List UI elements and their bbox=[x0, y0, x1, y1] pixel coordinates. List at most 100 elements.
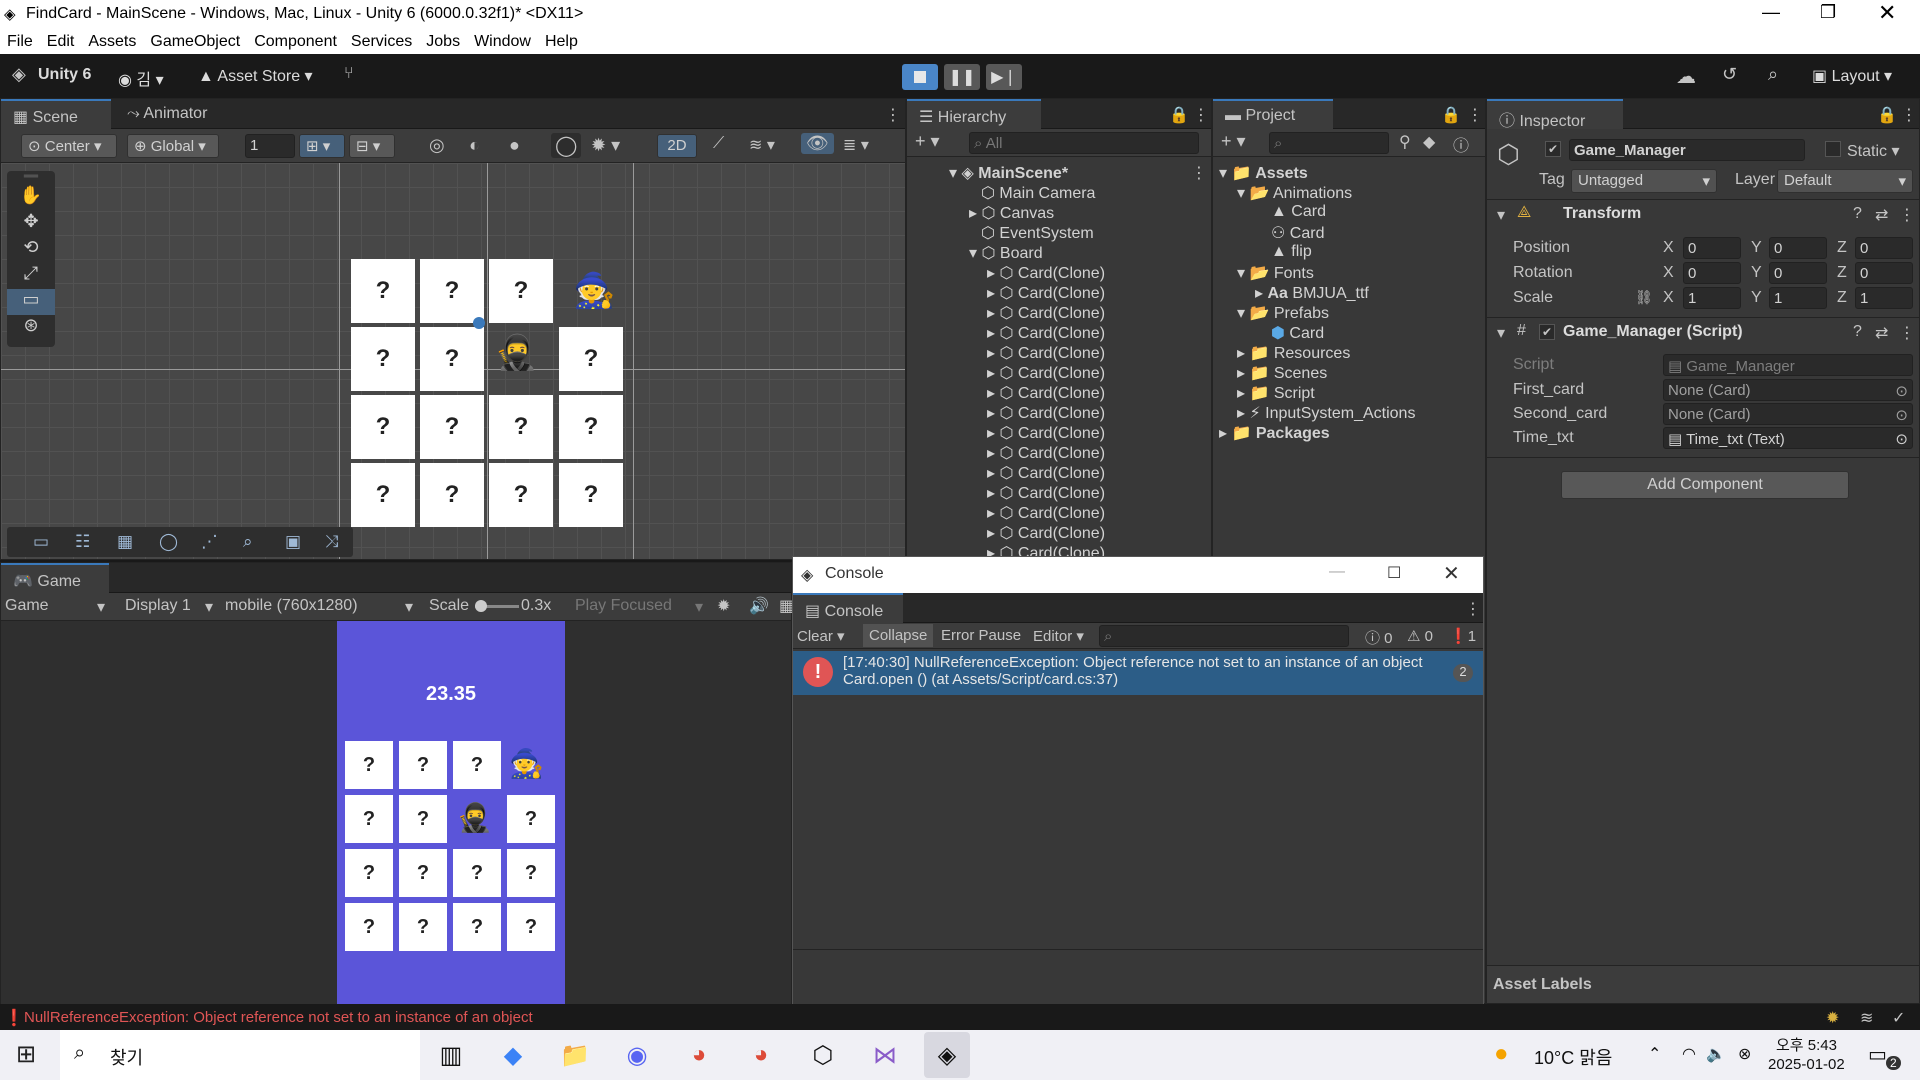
folder-scenes[interactable]: ▸ 📁 Scenes bbox=[1237, 363, 1327, 383]
asset-input-actions[interactable]: ▸ ⚡ InputSystem_Actions bbox=[1237, 403, 1415, 423]
cloud-icon[interactable]: ☁ bbox=[1676, 64, 1696, 89]
object-picker-icon[interactable]: ⊙ bbox=[1895, 430, 1908, 448]
project-search[interactable]: ⌕ bbox=[1269, 132, 1389, 154]
tray-chevron-icon[interactable]: ⌃ bbox=[1648, 1044, 1661, 1064]
game-view-dropdown[interactable]: Game ▾ bbox=[5, 597, 109, 616]
transform-header[interactable]: ▾ ⟁ Transform ? ⇄ ⋮ bbox=[1487, 203, 1919, 227]
orientation-icon[interactable]: ◎ bbox=[429, 135, 445, 156]
menu-component[interactable]: Component bbox=[247, 29, 344, 51]
hierarchy-clone[interactable]: ▸ ⬡ Card(Clone) bbox=[987, 303, 1105, 323]
folder-script[interactable]: ▸ 📁 Script bbox=[1237, 383, 1315, 403]
position-z-field[interactable]: 0 bbox=[1855, 237, 1913, 259]
static-checkbox[interactable] bbox=[1825, 141, 1841, 157]
game-card[interactable]: ? bbox=[453, 849, 501, 897]
hierarchy-clone[interactable]: ▸ ⬡ Card(Clone) bbox=[987, 423, 1105, 443]
minimize-button[interactable]: — bbox=[1762, 2, 1780, 23]
cache-icon[interactable]: ≋ bbox=[1860, 1008, 1873, 1028]
scene-card[interactable]: ? bbox=[559, 395, 623, 459]
pivot-dropdown[interactable]: ⊙ Center ▾ bbox=[21, 134, 117, 158]
version-control-icon[interactable]: ⑂ bbox=[344, 65, 354, 83]
overlay-camera-icon[interactable]: ▣ bbox=[285, 532, 301, 552]
wire-sphere-icon[interactable]: ◯ bbox=[551, 133, 582, 158]
hierarchy-clone[interactable]: ▸ ⬡ Card(Clone) bbox=[987, 283, 1105, 303]
clear-button[interactable]: Clear ▾ bbox=[797, 627, 845, 645]
account-button[interactable]: ◉ 김 ▾ bbox=[118, 66, 164, 90]
windows-start-icon[interactable]: ⊞ bbox=[16, 1040, 36, 1069]
hierarchy-clone[interactable]: ▸ ⬡ Card(Clone) bbox=[987, 263, 1105, 283]
label-icon[interactable]: ◆ bbox=[1423, 132, 1435, 152]
scene-card[interactable]: ? bbox=[420, 327, 484, 391]
overlay-rect-icon[interactable]: ▭ bbox=[33, 532, 49, 552]
mode-2d-button[interactable]: 2D bbox=[657, 134, 697, 158]
position-x-field[interactable]: 0 bbox=[1683, 237, 1741, 259]
object-picker-icon[interactable]: ⊙ bbox=[1895, 382, 1908, 400]
chrome-profile-icon[interactable]: ◕ bbox=[738, 1032, 784, 1078]
active-checkbox[interactable]: ✔ bbox=[1545, 141, 1561, 157]
tab-project[interactable]: ▬ Project bbox=[1213, 99, 1333, 129]
game-card[interactable]: ? bbox=[345, 741, 393, 789]
scale-x-field[interactable]: 1 bbox=[1683, 287, 1741, 309]
task-view-icon[interactable]: ▥ bbox=[428, 1032, 474, 1078]
position-y-field[interactable]: 0 bbox=[1769, 237, 1827, 259]
scale-slider[interactable] bbox=[475, 600, 519, 612]
play-focused-dropdown[interactable]: Play Focused ▾ bbox=[575, 597, 705, 616]
create-button[interactable]: + ▾ bbox=[1221, 131, 1246, 152]
menu-jobs[interactable]: Jobs bbox=[419, 29, 467, 51]
network-icon[interactable]: ◠ bbox=[1682, 1044, 1696, 1064]
info-count[interactable]: ⓘ 0 bbox=[1365, 627, 1393, 648]
asset-anim-card[interactable]: ▲ Card bbox=[1271, 203, 1326, 223]
debug-icon[interactable]: ✹ ▾ bbox=[591, 135, 620, 156]
menu-services[interactable]: Services bbox=[344, 29, 419, 51]
hierarchy-clone[interactable]: ▸ ⬡ Card(Clone) bbox=[987, 483, 1105, 503]
game-card[interactable]: ? bbox=[507, 849, 555, 897]
script-component-header[interactable]: ▾ # ✔ Game_Manager (Script) ? ⇄ ⋮ bbox=[1487, 321, 1919, 345]
lock-icon[interactable]: 🔒 bbox=[1877, 105, 1897, 125]
game-card[interactable]: ? bbox=[399, 795, 447, 843]
mic-off-icon[interactable]: ⊗ bbox=[1738, 1044, 1751, 1064]
transform-tool-icon[interactable]: ⊛ bbox=[7, 315, 55, 341]
folder-resources[interactable]: ▸ 📁 Resources bbox=[1237, 343, 1350, 363]
error-count[interactable]: ❗1 bbox=[1449, 627, 1476, 645]
close-button[interactable]: ✕ bbox=[1878, 0, 1896, 26]
asset-anim-flip[interactable]: ▲ flip bbox=[1271, 243, 1312, 263]
link-icon[interactable]: ⛓ bbox=[1635, 289, 1653, 306]
unity-hub-icon[interactable]: ⬡ bbox=[800, 1032, 846, 1078]
rotation-y-field[interactable]: 0 bbox=[1769, 262, 1827, 284]
first-card-field[interactable]: None (Card) ⊙ bbox=[1663, 379, 1913, 401]
game-card[interactable]: ? bbox=[345, 903, 393, 951]
file-explorer-icon[interactable]: 📁 bbox=[552, 1032, 598, 1078]
snap-value-field[interactable]: 1 bbox=[245, 134, 295, 158]
step-button[interactable]: ▶❘ bbox=[986, 64, 1022, 90]
scene-options-icon[interactable]: ⋮ bbox=[1191, 163, 1207, 183]
more-options-icon[interactable]: ⋮ bbox=[1901, 105, 1917, 125]
game-card[interactable]: ? bbox=[453, 903, 501, 951]
hierarchy-clone[interactable]: ▸ ⬡ Card(Clone) bbox=[987, 383, 1105, 403]
second-card-field[interactable]: None (Card) ⊙ bbox=[1663, 403, 1913, 425]
search-icon[interactable]: ⌕ bbox=[1768, 64, 1778, 85]
more-options-icon[interactable]: ⋮ bbox=[1193, 105, 1209, 125]
lock-icon[interactable]: 🔒 bbox=[1169, 105, 1189, 125]
hierarchy-clone[interactable]: ▸ ⬡ Card(Clone) bbox=[987, 323, 1105, 343]
copilot-icon[interactable]: ◆ bbox=[490, 1032, 536, 1078]
info-icon[interactable]: ⓘ bbox=[1453, 132, 1469, 156]
scene-card[interactable]: ? bbox=[420, 259, 484, 323]
game-card[interactable]: ? bbox=[453, 741, 501, 789]
rotation-x-field[interactable]: 0 bbox=[1683, 262, 1741, 284]
maximize-button[interactable]: ☐ bbox=[1387, 563, 1401, 583]
minimize-button[interactable]: — bbox=[1329, 563, 1345, 581]
progress-icon[interactable]: ✹ bbox=[1826, 1008, 1839, 1028]
help-icon[interactable]: ? bbox=[1853, 205, 1862, 223]
check-icon[interactable]: ✓ bbox=[1892, 1008, 1905, 1028]
visual-studio-icon[interactable]: ⋈ bbox=[862, 1032, 908, 1078]
add-component-button[interactable]: Add Component bbox=[1561, 471, 1849, 499]
resolution-dropdown[interactable]: mobile (760x1280) ▾ bbox=[225, 597, 417, 616]
move-tool-icon[interactable]: ✥ bbox=[7, 211, 55, 237]
preset-icon[interactable]: ⇄ bbox=[1875, 205, 1888, 225]
overlay-grid-icon[interactable]: ▦ bbox=[117, 532, 133, 552]
time-txt-field[interactable]: ▤ Time_txt (Text) ⊙ bbox=[1663, 427, 1913, 449]
folder-assets[interactable]: ▾ 📁 Assets bbox=[1219, 163, 1308, 183]
help-icon[interactable]: ? bbox=[1853, 323, 1862, 341]
layout-dropdown[interactable]: ▣ Layout ▾ bbox=[1812, 66, 1892, 86]
filter-icon[interactable]: ⚲ bbox=[1399, 132, 1411, 152]
chrome-icon[interactable]: ◕ bbox=[676, 1032, 722, 1078]
